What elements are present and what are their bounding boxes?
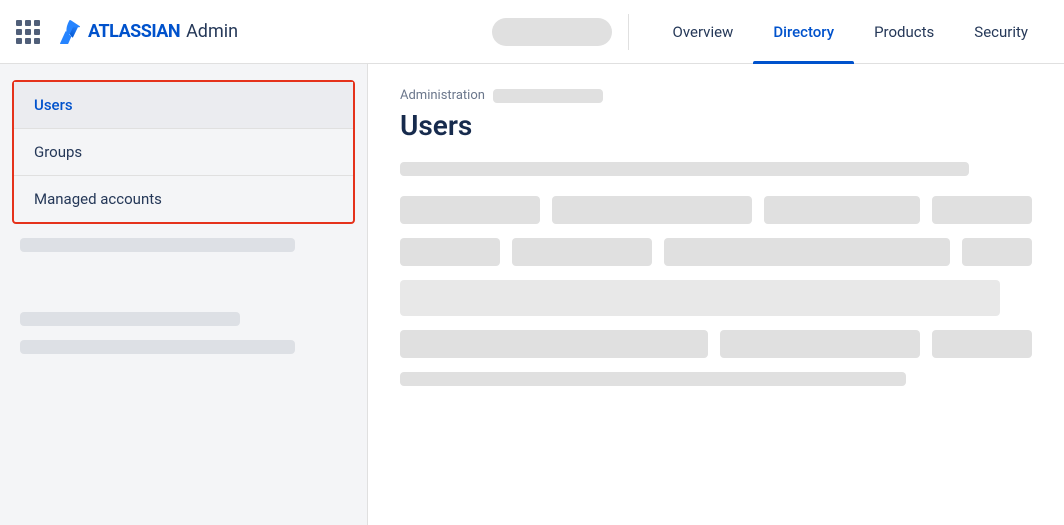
skeleton-cell-10: [720, 330, 920, 358]
breadcrumb-label: Administration: [400, 88, 485, 103]
skeleton-cell-3: [764, 196, 920, 224]
tab-security[interactable]: Security: [954, 0, 1048, 64]
skeleton-grid-3: [400, 330, 1032, 358]
skeleton-cell-2: [552, 196, 752, 224]
skeleton-row-1: [400, 162, 969, 176]
page-title: Users: [400, 109, 1032, 142]
skeleton-cell-5: [400, 238, 500, 266]
sidebar-item-users[interactable]: Users: [14, 82, 353, 128]
skeleton-cell-1: [400, 196, 540, 224]
skeleton-row-2: [400, 372, 906, 386]
nav-divider: [628, 14, 629, 50]
tab-overview[interactable]: Overview: [653, 0, 754, 64]
skeleton-grid-1: [400, 196, 1032, 224]
main-nav: Overview Directory Products Security: [653, 0, 1048, 64]
skeleton-cell-8: [962, 238, 1032, 266]
sidebar: Users Groups Managed accounts: [0, 64, 368, 525]
main-layout: Users Groups Managed accounts Administra…: [0, 64, 1064, 525]
skeleton-cell-11: [932, 330, 1032, 358]
grid-icon[interactable]: [16, 20, 40, 44]
sidebar-skeleton-3: [20, 340, 295, 354]
tab-products[interactable]: Products: [854, 0, 954, 64]
sidebar-skeleton-1: [20, 238, 295, 252]
skeleton-cell-7: [664, 238, 950, 266]
atlassian-logo: ATLASSIAN Admin: [58, 18, 238, 46]
skeleton-cell-9: [400, 330, 708, 358]
breadcrumb: Administration: [400, 88, 1032, 103]
logo-admin-text: Admin: [186, 21, 238, 42]
sidebar-item-managed-accounts[interactable]: Managed accounts: [14, 176, 353, 222]
skeleton-grid-2: [400, 238, 1032, 266]
atlassian-logo-mark: [58, 18, 82, 46]
sidebar-skeleton-2: [20, 312, 240, 326]
sidebar-item-groups[interactable]: Groups: [14, 129, 353, 175]
skeleton-cell-4: [932, 196, 1032, 224]
skeleton-block-1: [400, 280, 1000, 316]
org-selector[interactable]: [492, 18, 612, 46]
header-left: ATLASSIAN Admin: [16, 18, 238, 46]
main-content: Administration Users: [368, 64, 1064, 525]
logo-atlassian-text: ATLASSIAN: [88, 21, 180, 42]
breadcrumb-org-pill: [493, 89, 603, 103]
header: ATLASSIAN Admin Overview Directory Produ…: [0, 0, 1064, 64]
sidebar-nav-outlined: Users Groups Managed accounts: [12, 80, 355, 224]
tab-directory[interactable]: Directory: [753, 0, 854, 64]
skeleton-cell-6: [512, 238, 652, 266]
